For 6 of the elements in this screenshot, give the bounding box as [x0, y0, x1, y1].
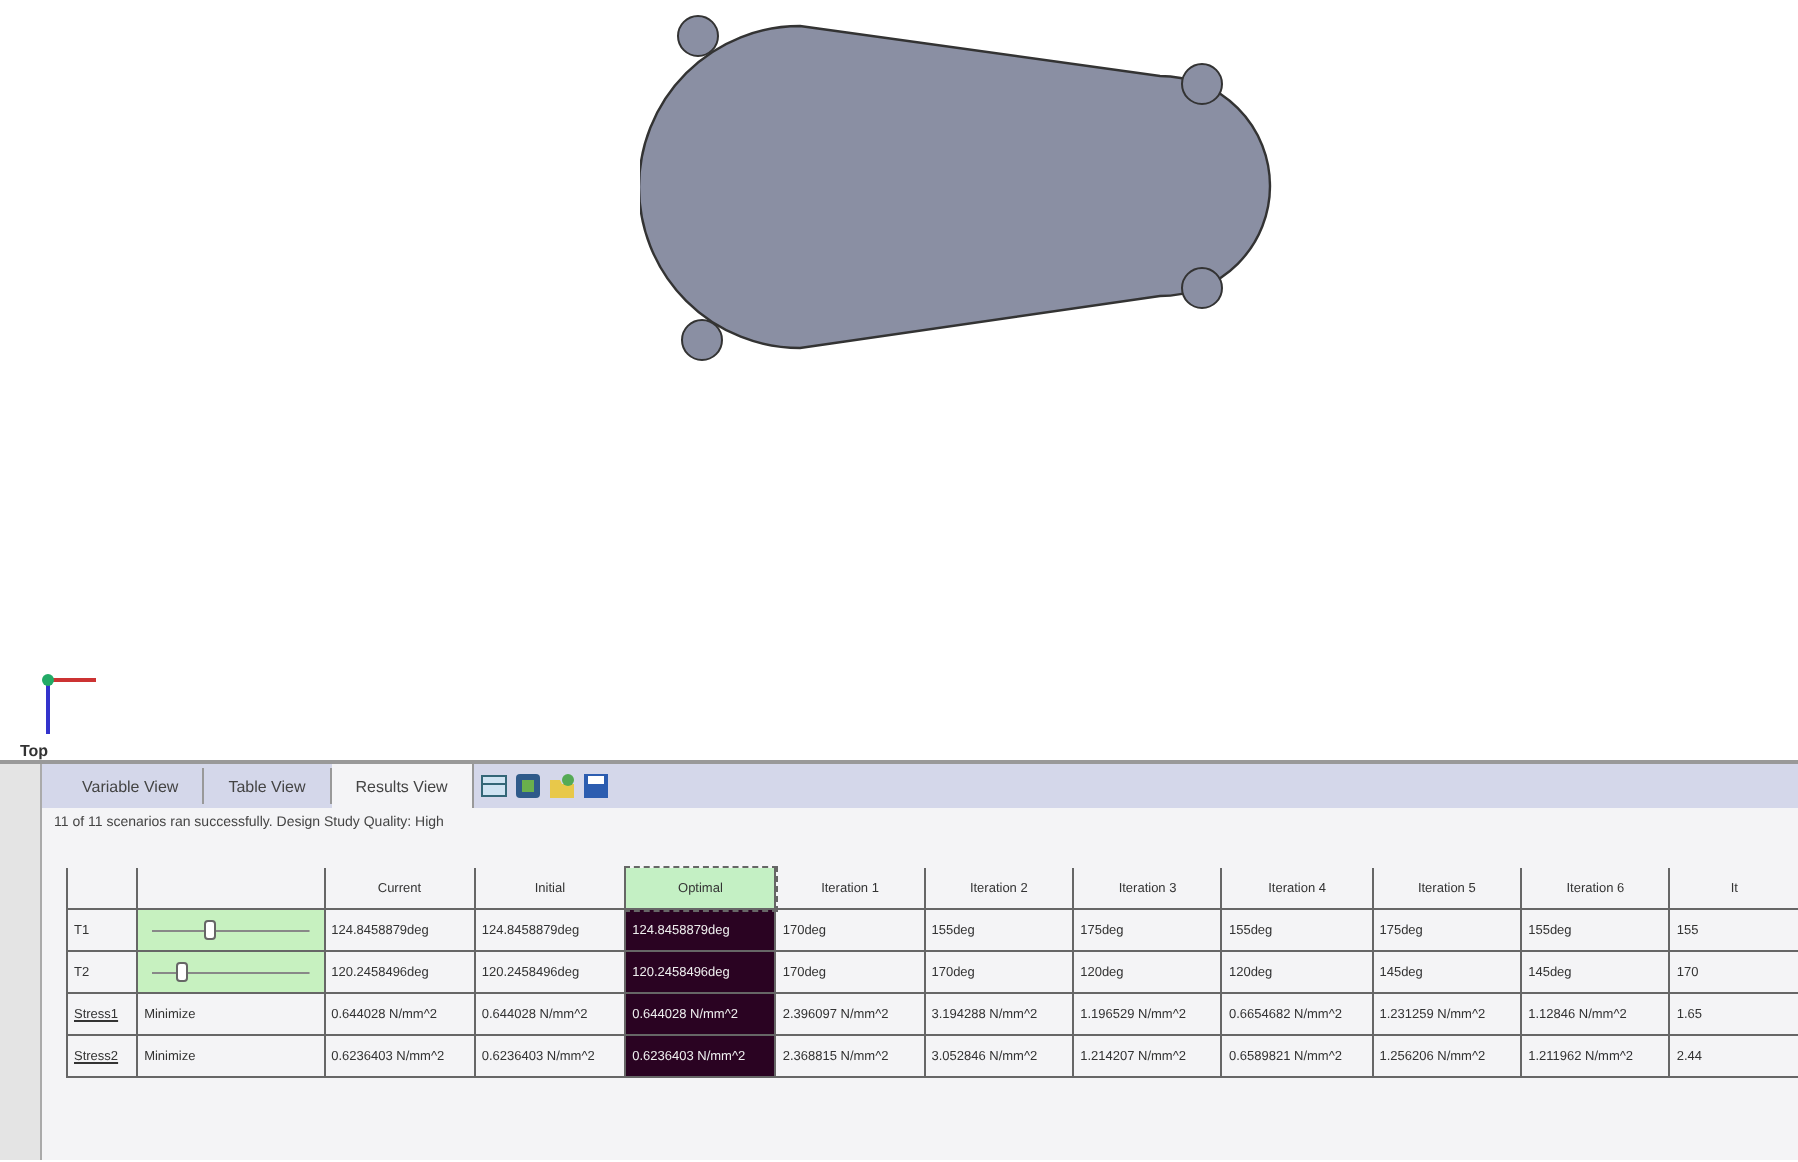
table-icon[interactable]: [479, 772, 508, 800]
view-label: Top: [20, 742, 51, 760]
cube-icon[interactable]: [513, 772, 542, 800]
view-tab[interactable]: Variable View: [58, 768, 205, 804]
view-tab[interactable]: Results View: [331, 764, 474, 808]
save-icon[interactable]: [581, 772, 610, 800]
